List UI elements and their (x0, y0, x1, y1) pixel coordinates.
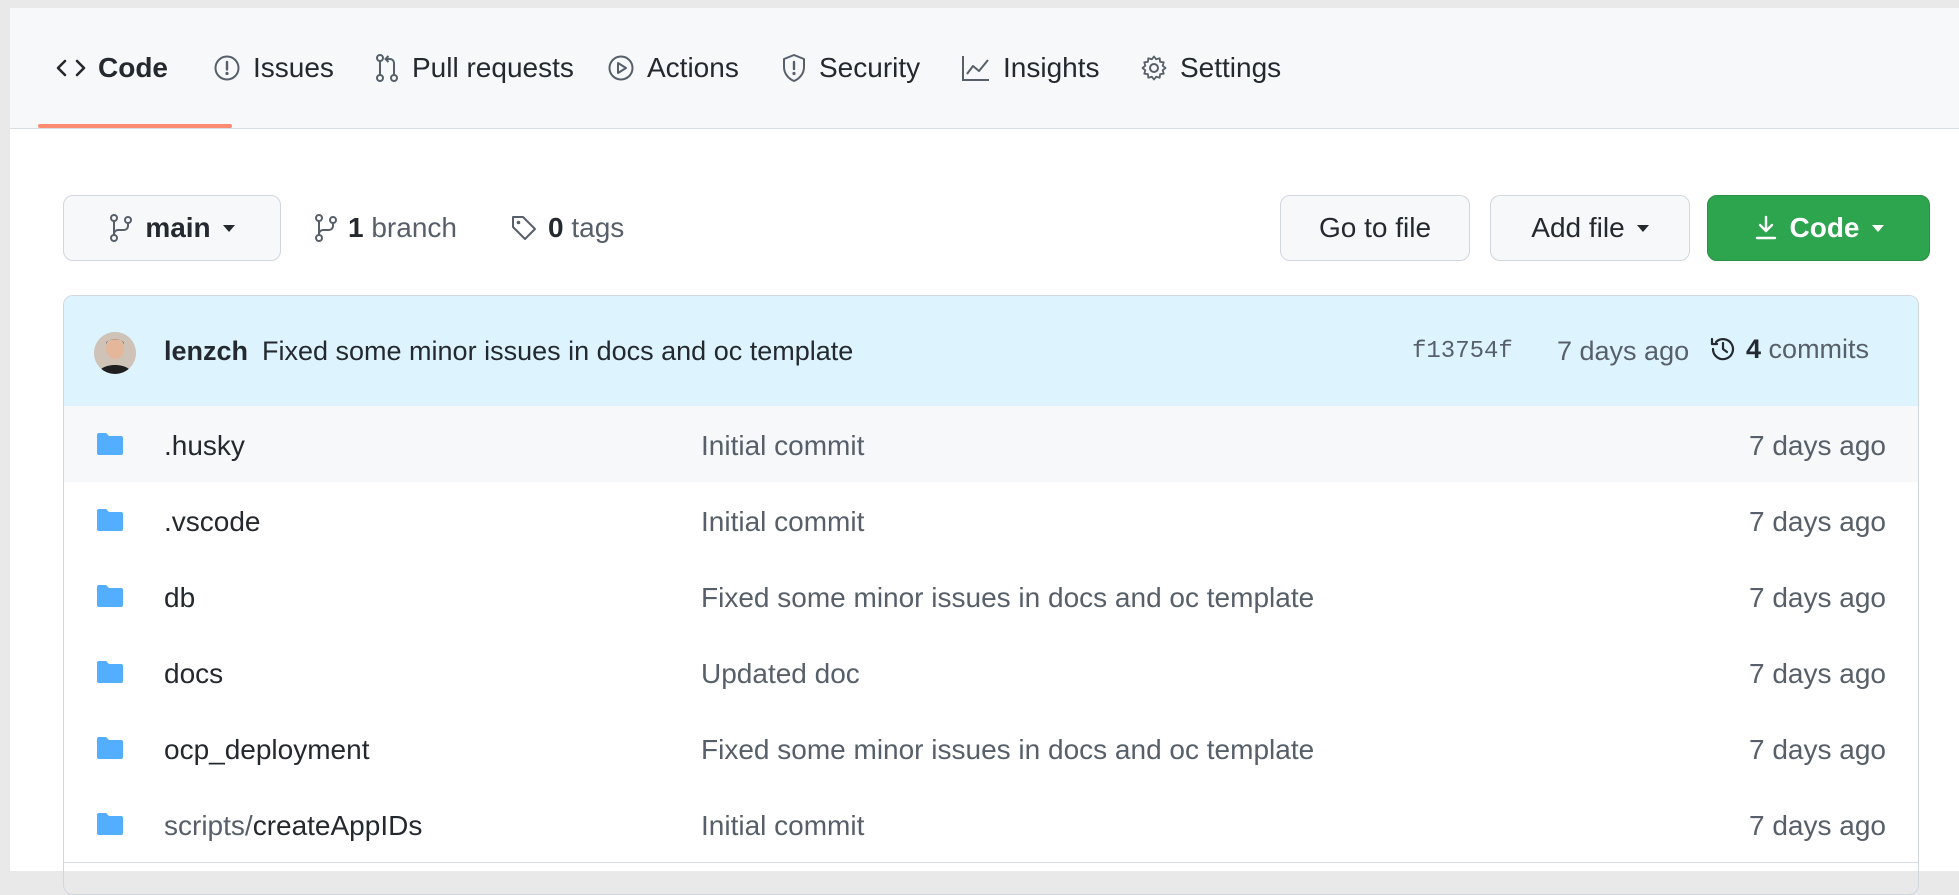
file-name[interactable]: ocp_deployment (164, 734, 369, 766)
file-name[interactable]: scripts/createAppIDs (164, 810, 422, 842)
git-branch-icon (110, 214, 133, 242)
gear-icon (1141, 55, 1167, 81)
code-button-label: Code (1789, 212, 1860, 243)
add-file-button[interactable]: Add file (1490, 195, 1690, 261)
file-age: 7 days ago (1749, 506, 1886, 537)
download-icon (1755, 215, 1776, 240)
file-commit-message[interactable]: Fixed some minor issues in docs and oc t… (701, 734, 1314, 766)
file-commit-message[interactable]: Fixed some minor issues in docs and oc t… (701, 582, 1314, 614)
code-icon (56, 59, 86, 77)
tab-label: Pull requests (412, 52, 574, 83)
file-name[interactable]: .husky (164, 430, 245, 462)
tab-label: Issues (253, 52, 334, 83)
file-age: 7 days ago (1749, 582, 1886, 613)
go-to-file-label: Go to file (1318, 212, 1432, 243)
file-name[interactable]: docs (164, 658, 223, 690)
graph-icon (962, 56, 989, 81)
commit-message[interactable]: Fixed some minor issues in docs and oc t… (262, 336, 853, 367)
tab-code[interactable]: Code (56, 8, 168, 128)
folder-icon (97, 585, 123, 607)
commit-count: 4 (1746, 333, 1762, 364)
commit-author[interactable]: lenzch (164, 336, 248, 367)
file-row[interactable]: scripts/createAppIDs Initial commit 7 da… (64, 786, 1918, 863)
tab-actions[interactable]: Actions (607, 8, 739, 128)
tab-insights[interactable]: Insights (961, 8, 1100, 128)
selected-tab-underline (38, 124, 232, 128)
file-list-box: lenzch Fixed some minor issues in docs a… (63, 295, 1919, 895)
avatar[interactable] (94, 332, 136, 374)
branches-link[interactable]: 1 branch (314, 195, 457, 261)
folder-icon (97, 737, 123, 759)
pull-request-icon (376, 54, 398, 82)
tag-label: tags (571, 212, 625, 243)
file-row[interactable]: db Fixed some minor issues in docs and o… (64, 558, 1918, 635)
file-name[interactable]: .vscode (164, 506, 261, 538)
file-age: 7 days ago (1749, 810, 1886, 841)
issue-icon (214, 55, 240, 81)
file-commit-message[interactable]: Updated doc (701, 658, 860, 690)
tab-settings[interactable]: Settings (1140, 8, 1281, 128)
latest-commit-bar: lenzch Fixed some minor issues in docs a… (64, 296, 1918, 407)
tab-pull-requests[interactable]: Pull requests (374, 8, 574, 128)
commits-history-link[interactable]: 4 commits (1708, 329, 1869, 369)
play-icon (608, 55, 634, 81)
history-icon (1710, 337, 1735, 361)
repo-tab-bar: Code Issues Pull requests Actions Securi… (10, 8, 1959, 129)
branch-label: branch (371, 212, 457, 243)
file-row[interactable]: ocp_deployment Fixed some minor issues i… (64, 710, 1918, 787)
tab-label: Insights (1003, 52, 1100, 83)
branch-name: main (145, 212, 211, 243)
folder-icon (97, 661, 123, 683)
tab-label: Code (98, 52, 168, 83)
tab-label: Settings (1180, 52, 1282, 83)
chevron-down-icon (1871, 224, 1884, 232)
commit-label: commits (1768, 333, 1870, 364)
branch-select-button[interactable]: main (63, 195, 281, 261)
file-name[interactable]: db (164, 582, 195, 614)
tag-icon (512, 216, 536, 240)
code-dropdown-button[interactable]: Code (1707, 195, 1930, 261)
tag-count: 0 (548, 212, 564, 243)
chevron-down-icon (222, 224, 235, 232)
add-file-label: Add file (1531, 212, 1625, 243)
folder-icon (97, 813, 123, 835)
file-row[interactable]: .vscode Initial commit 7 days ago (64, 482, 1918, 559)
tab-issues[interactable]: Issues (213, 8, 334, 128)
file-commit-message[interactable]: Initial commit (701, 810, 864, 842)
folder-icon (97, 509, 123, 531)
file-row[interactable]: docs Updated doc 7 days ago (64, 634, 1918, 711)
file-commit-message[interactable]: Initial commit (701, 430, 864, 462)
git-branch-icon (315, 214, 337, 242)
file-row[interactable]: .husky Initial commit 7 days ago (64, 406, 1918, 483)
tags-link[interactable]: 0 tags (510, 195, 624, 261)
commit-age: 7 days ago (1557, 336, 1690, 366)
tab-label: Actions (647, 52, 739, 83)
tab-label: Security (819, 52, 921, 83)
commit-sha[interactable]: f13754f (1412, 338, 1513, 365)
branch-count: 1 (348, 212, 364, 243)
file-age: 7 days ago (1749, 658, 1886, 689)
file-age: 7 days ago (1749, 430, 1886, 461)
go-to-file-button[interactable]: Go to file (1280, 195, 1470, 261)
tab-security[interactable]: Security (781, 8, 920, 128)
file-commit-message[interactable]: Initial commit (701, 506, 864, 538)
folder-icon (97, 433, 123, 455)
chevron-down-icon (1636, 224, 1649, 232)
repo-page: Code Issues Pull requests Actions Securi… (10, 8, 1959, 895)
file-age: 7 days ago (1749, 734, 1886, 765)
shield-icon (783, 54, 805, 82)
